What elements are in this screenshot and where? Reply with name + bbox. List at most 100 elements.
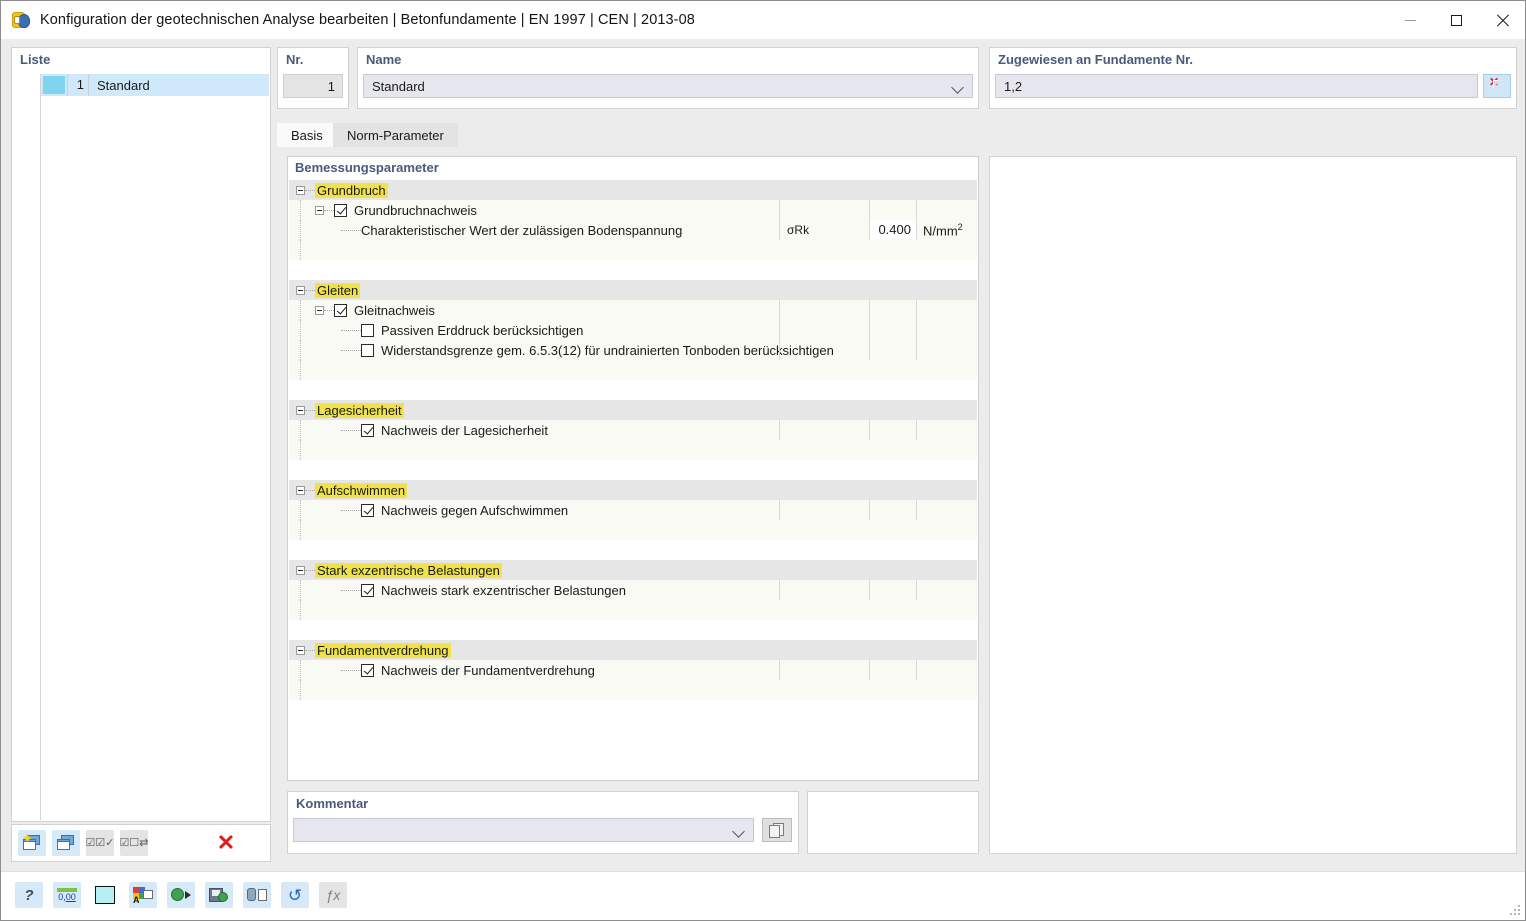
checkbox-unchecked[interactable]: [361, 343, 374, 357]
column-separator: [779, 200, 780, 220]
tree-item-row[interactable]: Widerstandsgrenze gem. 6.5.3(12) für und…: [289, 340, 977, 360]
column-separator: [916, 500, 917, 520]
tree-item-row[interactable]: Charakteristischer Wert der zulässigen B…: [289, 220, 977, 240]
list-body[interactable]: 1 Standard: [40, 74, 269, 820]
collapse-expander-icon[interactable]: [315, 305, 324, 315]
column-separator: [779, 300, 780, 320]
save-as-button[interactable]: [205, 882, 233, 908]
import-icon: [171, 887, 191, 904]
column-separator: [779, 420, 780, 440]
tree-connector: [341, 589, 361, 591]
minimize-button[interactable]: [1387, 1, 1433, 39]
list-item-color-swatch[interactable]: [43, 76, 65, 94]
new-item-button[interactable]: ✦: [18, 830, 46, 856]
tree-item-label: Charakteristischer Wert der zulässigen B…: [361, 222, 683, 238]
tree-group-row[interactable]: Stark exzentrische Belastungen: [289, 560, 977, 580]
database-report-button[interactable]: [243, 882, 271, 908]
column-separator: [916, 220, 917, 240]
column-separator: [779, 340, 780, 360]
comment-combobox[interactable]: [293, 818, 754, 842]
chevron-down-icon[interactable]: [951, 81, 964, 94]
tree-item-row[interactable]: Nachweis der Fundamentverdrehung: [289, 660, 977, 680]
column-separator: [869, 340, 870, 360]
checkbox-checked[interactable]: [334, 303, 347, 317]
collapse-expander-icon[interactable]: [296, 285, 305, 295]
tree-connector: [341, 329, 361, 331]
collapse-expander-icon[interactable]: [315, 205, 324, 215]
parameters-tree[interactable]: Grundbruch Grundbruchnachweis Charakterist…: [289, 180, 977, 779]
number-field[interactable]: 1: [283, 74, 343, 98]
tree-item-row[interactable]: Grundbruchnachweis: [289, 200, 977, 220]
checkbox-checked[interactable]: [361, 583, 374, 597]
tree-connector: [305, 489, 315, 491]
chevron-down-icon[interactable]: [732, 825, 745, 838]
tree-group-row[interactable]: Grundbruch: [289, 180, 977, 200]
resize-grip[interactable]: [1510, 905, 1522, 917]
collapse-expander-icon[interactable]: [296, 645, 305, 655]
collapse-expander-icon[interactable]: [296, 185, 305, 195]
color-swatch-icon: [95, 886, 115, 904]
close-button[interactable]: [1479, 1, 1525, 39]
tree-item-row[interactable]: Nachweis stark exzentrischer Belastungen: [289, 580, 977, 600]
tree-connector: [305, 569, 315, 571]
formula-button[interactable]: ƒx: [319, 882, 347, 908]
tree-connector: [305, 649, 315, 651]
column-separator: [869, 300, 870, 320]
highlighted-text: Stark exzentrische Belastungen: [315, 562, 502, 578]
tree-item-row[interactable]: Nachweis der Lagesicherheit: [289, 420, 977, 440]
tree-spacer-row: [289, 540, 977, 560]
collapse-expander-icon[interactable]: [296, 565, 305, 575]
collapse-expander-icon[interactable]: [296, 405, 305, 415]
assigned-foundations-label: Zugewiesen an Fundamente Nr.: [998, 52, 1194, 67]
list-item[interactable]: 1 Standard: [41, 74, 269, 96]
tab-norm-parameter[interactable]: Norm-Parameter: [333, 123, 458, 147]
invert-selection-button[interactable]: ☑☐⇄: [120, 830, 148, 856]
pick-foundations-button[interactable]: ✕: [1483, 74, 1511, 98]
tree-guide-line: [300, 360, 301, 380]
help-button[interactable]: ?: [15, 882, 43, 908]
tree-item-row[interactable]: Nachweis gegen Aufschwimmen: [289, 500, 977, 520]
checkbox-checked[interactable]: [361, 423, 374, 437]
tree-guide-line: [300, 320, 301, 340]
collapse-expander-icon[interactable]: [296, 485, 305, 495]
tree-spacer-row: [289, 460, 977, 480]
tree-item-row[interactable]: Gleitnachweis: [289, 300, 977, 320]
highlighted-text: Lagesicherheit: [315, 402, 404, 418]
bottom-toolbar: ? 0,00 A ↺ ƒx: [15, 882, 347, 908]
units-button[interactable]: 0,00: [53, 882, 81, 908]
tree-item-label: Nachweis stark exzentrischer Belastungen: [381, 582, 626, 598]
checkbox-unchecked[interactable]: [361, 323, 374, 337]
design-parameters-panel: Bemessungsparameter Grundbruch Grundbruch…: [287, 156, 979, 781]
display-properties-icon: A: [133, 886, 153, 905]
color-button[interactable]: [91, 882, 119, 908]
duplicate-item-button[interactable]: [52, 830, 80, 856]
reset-icon: ↺: [287, 885, 303, 905]
name-combobox[interactable]: Standard: [363, 74, 973, 98]
reset-button[interactable]: ↺: [281, 882, 309, 908]
display-properties-button[interactable]: A: [129, 882, 157, 908]
units-icon: 0,00: [57, 888, 77, 902]
tree-guide-line: [300, 300, 301, 320]
delete-item-button[interactable]: ✕: [212, 830, 240, 856]
maximize-button[interactable]: [1433, 1, 1479, 39]
tree-group-row[interactable]: Gleiten: [289, 280, 977, 300]
select-all-button[interactable]: ☑☑✓: [86, 830, 114, 856]
comment-side-panel: [807, 791, 979, 854]
tree-spacer-row: [289, 620, 977, 640]
tab-basis[interactable]: Basis: [277, 123, 337, 147]
parameter-value-cell[interactable]: 0.400: [870, 220, 916, 239]
column-separator: [916, 300, 917, 320]
comment-copy-button[interactable]: [762, 818, 792, 842]
checkbox-checked[interactable]: [334, 203, 347, 217]
tree-group-row[interactable]: Fundamentverdrehung: [289, 640, 977, 660]
number-panel: Nr. 1: [277, 47, 349, 109]
column-separator: [916, 200, 917, 220]
import-button[interactable]: [167, 882, 195, 908]
checkbox-checked[interactable]: [361, 503, 374, 517]
checkbox-checked[interactable]: [361, 663, 374, 677]
tree-item-row[interactable]: Passiven Erddruck berücksichtigen: [289, 320, 977, 340]
tree-group-row[interactable]: Aufschwimmen: [289, 480, 977, 500]
assigned-foundations-input[interactable]: 1,2: [995, 74, 1478, 98]
tree-group-row[interactable]: Lagesicherheit: [289, 400, 977, 420]
